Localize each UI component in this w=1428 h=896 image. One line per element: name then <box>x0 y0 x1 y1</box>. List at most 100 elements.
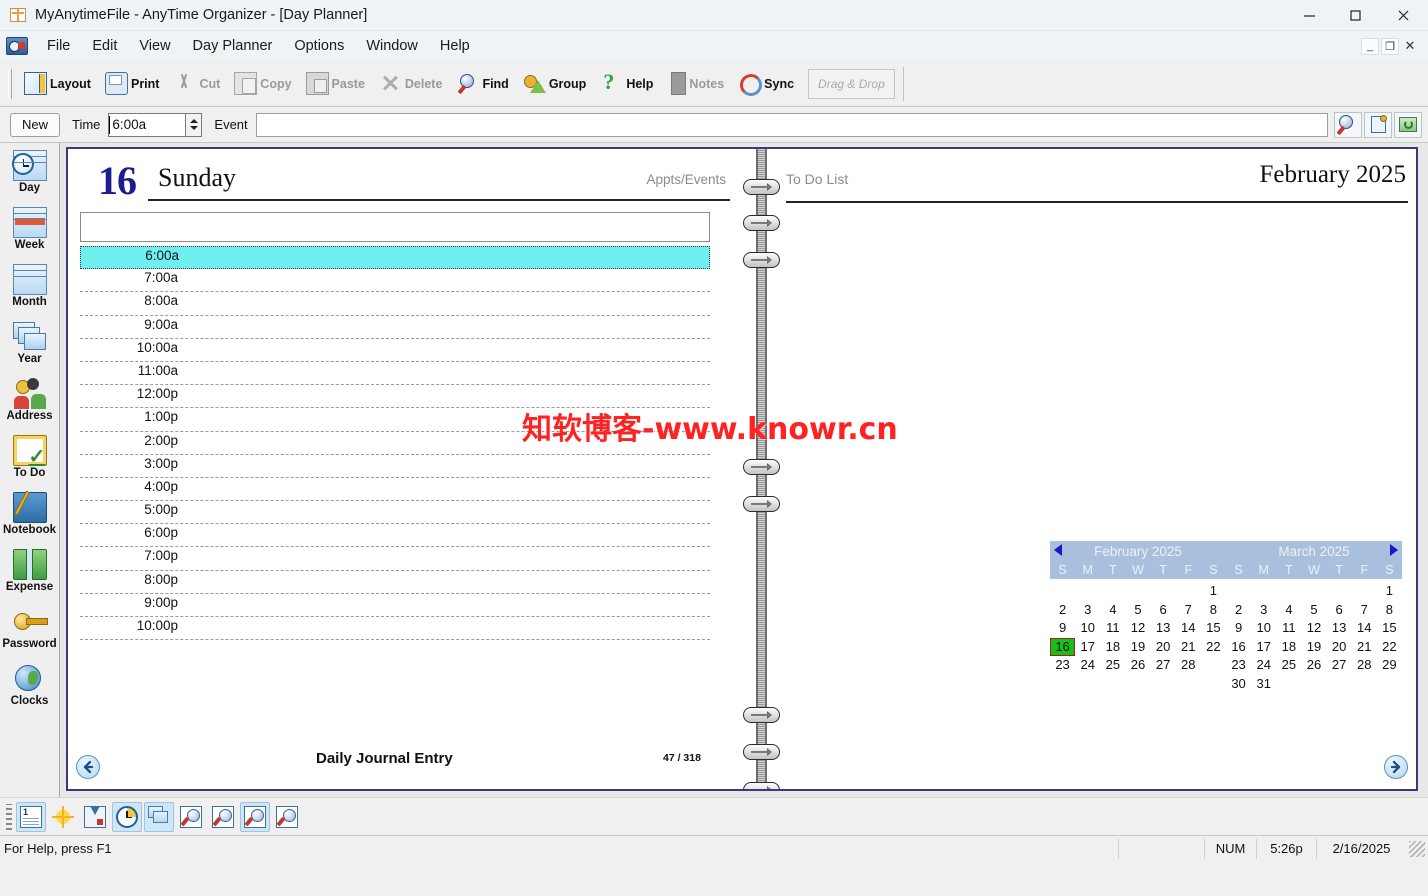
time-slot[interactable]: 8:00a <box>80 292 710 316</box>
pin-record-button[interactable] <box>1364 111 1392 138</box>
calendar-day-cell[interactable]: 31 <box>1251 675 1276 694</box>
time-slot[interactable]: 10:00p <box>80 617 710 641</box>
calendar-day-cell[interactable]: 10 <box>1075 619 1100 638</box>
calendar-day-cell[interactable]: 6 <box>1151 601 1176 620</box>
window-minimize-button[interactable] <box>1286 0 1332 31</box>
mdi-restore-button[interactable]: ❐ <box>1381 37 1399 55</box>
time-slot[interactable]: 9:00p <box>80 594 710 617</box>
toolbar-print-button[interactable]: Print <box>99 66 165 102</box>
sidebar-item-notebook[interactable]: Notebook <box>1 489 59 546</box>
previous-day-button[interactable] <box>76 755 100 779</box>
import-button[interactable] <box>80 802 110 832</box>
calendar-day-cell[interactable]: 20 <box>1327 638 1352 657</box>
calendar-day-cell[interactable]: 16 <box>1050 637 1076 656</box>
menu-item-window[interactable]: Window <box>355 35 429 57</box>
time-spinner[interactable] <box>186 112 203 137</box>
toolbar-help-button[interactable]: Help <box>594 66 659 102</box>
calendar-day-cell[interactable]: 17 <box>1075 638 1100 657</box>
calendar-day-cell[interactable]: 17 <box>1251 638 1276 657</box>
bottom-toolbar-grip[interactable] <box>6 803 12 830</box>
calendar-day-cell[interactable]: 29 <box>1377 656 1402 675</box>
calendar-day-cell[interactable]: 1 <box>1201 582 1226 601</box>
calendar-day-cell[interactable]: 30 <box>1226 675 1251 694</box>
calendar-day-cell[interactable]: 28 <box>1176 656 1201 675</box>
mini-calendar-february[interactable]: February 2025 S M T W T F S 1 2 3 4 5 6 7 8 9 10 1… <box>1050 541 1226 693</box>
time-slot[interactable]: 11:00a <box>80 362 710 386</box>
menu-item-day-planner[interactable]: Day Planner <box>182 35 284 57</box>
calendar-day-cell[interactable]: 14 <box>1176 619 1201 638</box>
calendar-day-cell[interactable]: 28 <box>1352 656 1377 675</box>
calendar-day-cell[interactable]: 21 <box>1176 638 1201 657</box>
calendar-day-cell[interactable]: 16 <box>1226 638 1251 657</box>
find-record-button[interactable] <box>1334 111 1362 138</box>
calendar-day-cell[interactable]: 2 <box>1226 601 1251 620</box>
menu-item-file[interactable]: File <box>36 35 81 57</box>
calendar-day-cell[interactable]: 14 <box>1352 619 1377 638</box>
calendar-day-cell[interactable]: 26 <box>1125 656 1150 675</box>
next-day-button[interactable] <box>1384 755 1408 779</box>
time-slot[interactable]: 8:00p <box>80 571 710 594</box>
calendar-day-cell[interactable]: 6 <box>1327 601 1352 620</box>
menu-item-options[interactable]: Options <box>283 35 355 57</box>
calendar-day-cell[interactable]: 24 <box>1251 656 1276 675</box>
next-month-arrow-icon[interactable] <box>1390 544 1398 556</box>
zoom-page-2-button[interactable] <box>208 802 238 832</box>
toolbar-copy-button[interactable]: Copy <box>228 66 297 102</box>
calendar-day-cell[interactable]: 11 <box>1100 619 1125 638</box>
sidebar-item-clocks[interactable]: Clocks <box>1 660 59 717</box>
zoom-page-1-button[interactable] <box>176 802 206 832</box>
window-close-button[interactable] <box>1378 0 1428 31</box>
sidebar-item-todo[interactable]: ✓ To Do <box>1 432 59 489</box>
time-input[interactable]: 6:00a <box>108 112 187 137</box>
window-maximize-button[interactable] <box>1332 0 1378 31</box>
daily-journal-entry-label[interactable]: Daily Journal Entry <box>316 750 453 767</box>
calendar-day-cell[interactable]: 5 <box>1301 601 1326 620</box>
calendar-day-cell[interactable]: 8 <box>1377 601 1402 620</box>
calendar-day-cell[interactable]: 5 <box>1125 601 1150 620</box>
zoom-page-4-button[interactable] <box>272 802 302 832</box>
grid-layers-button[interactable] <box>144 801 174 832</box>
calendar-day-cell[interactable]: 20 <box>1151 638 1176 657</box>
sidebar-item-year[interactable]: Year <box>1 318 59 375</box>
menu-item-help[interactable]: Help <box>429 35 481 57</box>
calendar-day-cell[interactable]: 7 <box>1352 601 1377 620</box>
sidebar-item-password[interactable]: Password <box>1 603 59 660</box>
calendar-day-cell[interactable]: 24 <box>1075 656 1100 675</box>
toolbar-paste-button[interactable]: Paste <box>300 66 371 102</box>
calendar-day-cell[interactable]: 9 <box>1050 619 1075 638</box>
toolbar-grip[interactable] <box>8 68 12 99</box>
toolbar-notes-button[interactable]: Notes <box>661 66 730 102</box>
time-slot[interactable]: 3:00p <box>80 455 710 478</box>
new-button[interactable]: New <box>10 112 60 137</box>
calendar-day-cell[interactable]: 25 <box>1276 656 1301 675</box>
calendar-day-cell[interactable]: 22 <box>1201 638 1226 657</box>
toolbar-group-button[interactable]: Group <box>517 66 593 102</box>
holiday-button[interactable] <box>48 802 78 832</box>
refresh-button[interactable] <box>1394 111 1422 138</box>
all-day-event-field[interactable] <box>80 212 710 242</box>
calendar-day-cell[interactable]: 12 <box>1125 619 1150 638</box>
calendar-day-cell[interactable]: 2 <box>1050 601 1075 620</box>
prev-month-arrow-icon[interactable] <box>1054 544 1062 556</box>
toolbar-layout-button[interactable]: Layout <box>18 66 97 102</box>
calendar-day-cell[interactable]: 9 <box>1226 619 1251 638</box>
calendar-day-cell[interactable]: 19 <box>1301 638 1326 657</box>
time-slot[interactable]: 6:00p <box>80 524 710 548</box>
calendar-day-cell[interactable]: 13 <box>1151 619 1176 638</box>
sidebar-item-month[interactable]: Month <box>1 261 59 318</box>
calendar-day-cell[interactable]: 4 <box>1100 601 1125 620</box>
time-slot[interactable]: 10:00a <box>80 339 710 362</box>
calendar-day-cell[interactable]: 3 <box>1075 601 1100 620</box>
calendar-day-cell[interactable]: 18 <box>1100 638 1125 657</box>
calendar-day-cell[interactable]: 13 <box>1327 619 1352 638</box>
calendar-day-cell[interactable]: 27 <box>1151 656 1176 675</box>
sidebar-item-day[interactable]: Day <box>1 147 59 204</box>
journal-note-button[interactable] <box>16 801 46 832</box>
calendar-day-cell[interactable]: 3 <box>1251 601 1276 620</box>
calendar-day-cell[interactable]: 22 <box>1377 638 1402 657</box>
toolbar-delete-button[interactable]: Delete <box>373 66 449 102</box>
time-slot[interactable]: 9:00a <box>80 316 710 339</box>
zoom-page-3-button[interactable] <box>240 801 270 832</box>
time-slot[interactable]: 6:00a <box>80 246 710 270</box>
calendar-day-cell[interactable]: 23 <box>1050 656 1075 675</box>
